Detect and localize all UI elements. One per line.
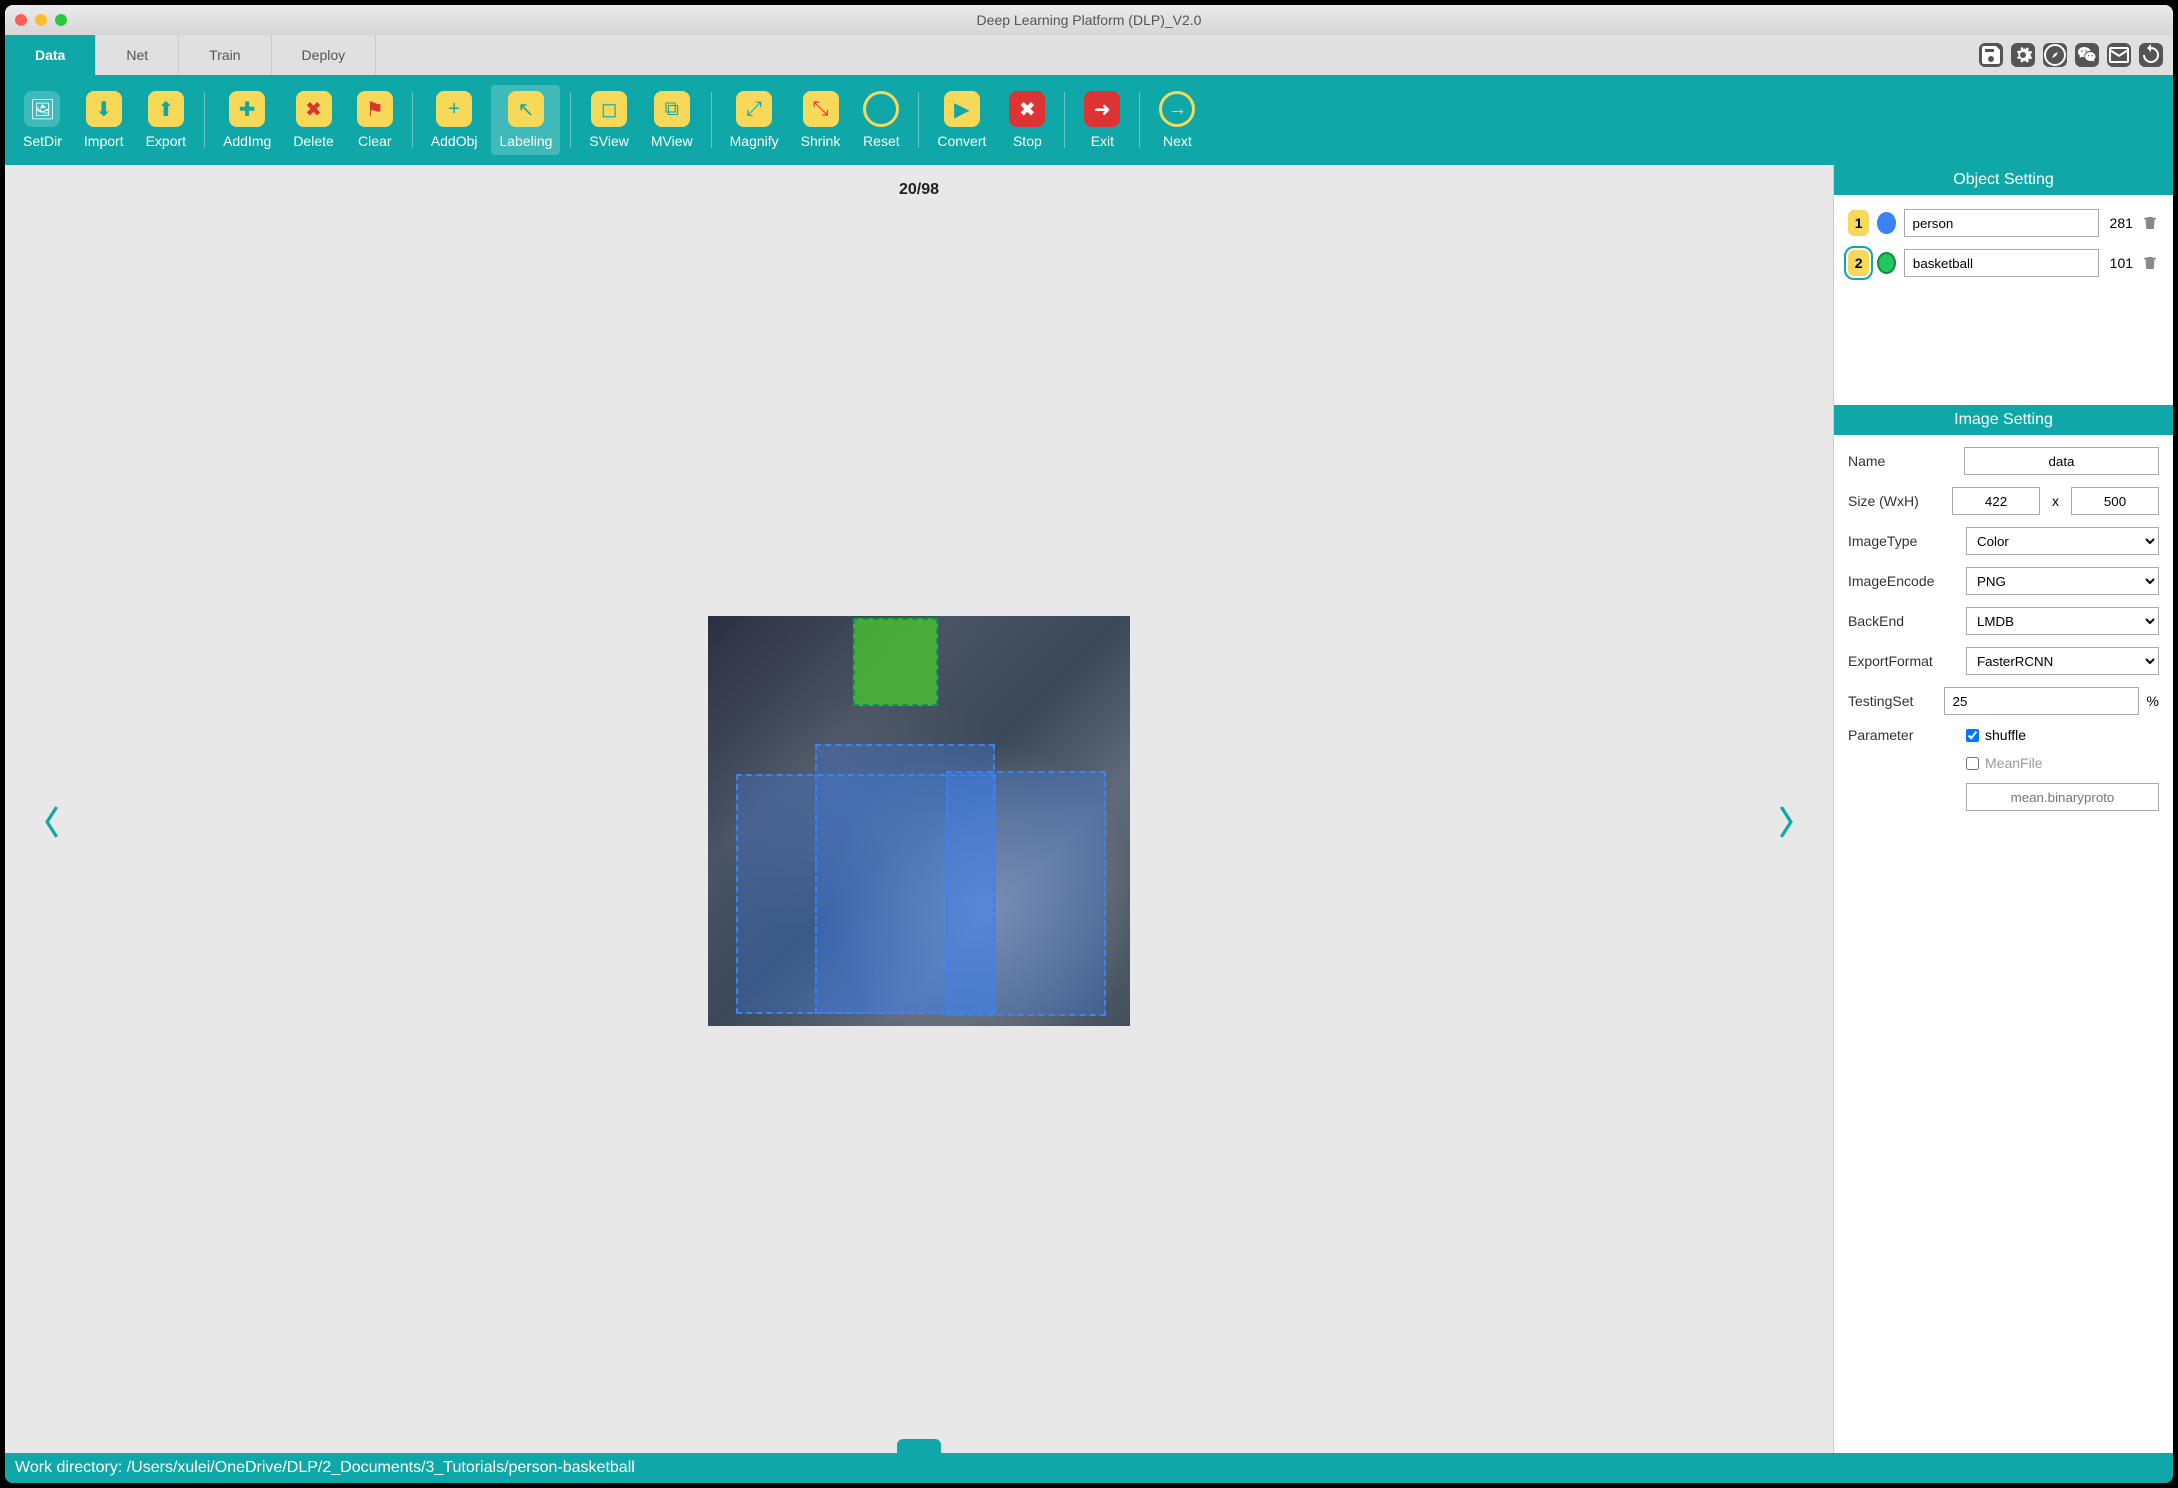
status-bar: Work directory: /Users/xulei/OneDrive/DL… (5, 1453, 2173, 1483)
backend-select[interactable]: LMDB (1966, 607, 2159, 635)
export-icon: ⬆ (148, 91, 184, 127)
convert-button[interactable]: ▶Convert (929, 85, 994, 155)
tab-deploy[interactable]: Deploy (272, 35, 377, 75)
trash-icon[interactable] (2141, 212, 2159, 234)
save-icon[interactable] (1979, 43, 2003, 67)
next-button[interactable]: →Next (1150, 85, 1204, 155)
wechat-icon[interactable] (2075, 43, 2099, 67)
imagetype-select[interactable]: Color (1966, 527, 2159, 555)
exportformat-select[interactable]: FasterRCNN (1966, 647, 2159, 675)
prev-image-button[interactable]: 〈 (17, 788, 69, 854)
compass-icon[interactable] (2043, 43, 2067, 67)
next-image-button[interactable]: 〉 (1769, 788, 1821, 854)
imageencode-select[interactable]: PNG (1966, 567, 2159, 595)
toolbar: 🖼SetDir ⬇Import ⬆Export ✚AddImg ✖Delete … (5, 75, 2173, 165)
addobj-button[interactable]: +AddObj (423, 85, 486, 155)
height-input[interactable] (2071, 487, 2159, 515)
main-tabs: Data Net Train Deploy (5, 35, 2173, 75)
image-canvas[interactable] (708, 616, 1130, 1026)
shuffle-checkbox[interactable] (1966, 729, 1979, 742)
export-button[interactable]: ⬆Export (138, 85, 194, 155)
exit-icon: ➜ (1084, 91, 1120, 127)
imagetype-label: ImageType (1848, 533, 1958, 549)
folder-photo-icon: 🖼 (24, 91, 60, 127)
name-input[interactable] (1964, 447, 2159, 475)
clear-icon: ⚑ (357, 91, 393, 127)
testingset-input[interactable] (1944, 687, 2139, 715)
percent-label: % (2147, 693, 2159, 709)
shuffle-label: shuffle (1985, 727, 2026, 743)
addimg-button[interactable]: ✚AddImg (215, 85, 279, 155)
setdir-button[interactable]: 🖼SetDir (15, 85, 70, 155)
image-counter: 20/98 (5, 165, 1833, 209)
meanfile-label: MeanFile (1985, 755, 2043, 771)
next-arrow-icon: → (1159, 91, 1195, 127)
tab-train[interactable]: Train (179, 35, 271, 75)
window-title: Deep Learning Platform (DLP)_V2.0 (5, 12, 2173, 28)
refresh-icon[interactable] (2139, 43, 2163, 67)
reset-button[interactable]: Reset (854, 85, 908, 155)
exit-button[interactable]: ➜Exit (1075, 85, 1129, 155)
stop-button[interactable]: ✖Stop (1000, 85, 1054, 155)
magnify-button[interactable]: ⤢Magnify (722, 85, 787, 155)
object-index-1[interactable]: 1 (1848, 210, 1869, 236)
labeling-icon: ↖ (508, 91, 544, 127)
bottom-handle[interactable] (897, 1439, 941, 1453)
object-setting-header: Object Setting (1834, 165, 2173, 195)
multi-view-icon: ⧉ (654, 91, 690, 127)
titlebar: Deep Learning Platform (DLP)_V2.0 (5, 5, 2173, 35)
delete-button[interactable]: ✖Delete (285, 85, 341, 155)
meanfile-input[interactable] (1966, 783, 2159, 811)
image-setting-panel: Name Size (WxH) x ImageType Color ImageE… (1834, 435, 2173, 1453)
object-color-green[interactable] (1877, 252, 1896, 274)
object-name-input-1[interactable] (1904, 209, 2099, 237)
bbox-basketball[interactable] (853, 618, 938, 706)
object-color-blue[interactable] (1877, 212, 1895, 234)
delete-image-icon: ✖ (296, 91, 332, 127)
trash-icon[interactable] (2141, 252, 2159, 274)
name-label: Name (1848, 453, 1956, 469)
mail-icon[interactable] (2107, 43, 2131, 67)
testingset-label: TestingSet (1848, 693, 1936, 709)
add-object-icon: + (436, 91, 472, 127)
import-icon: ⬇ (86, 91, 122, 127)
clear-button[interactable]: ⚑Clear (348, 85, 402, 155)
canvas-area: 20/98 〈 〉 (5, 165, 1833, 1453)
tab-net[interactable]: Net (96, 35, 179, 75)
stop-icon: ✖ (1009, 91, 1045, 127)
gear-icon[interactable] (2011, 43, 2035, 67)
backend-label: BackEnd (1848, 613, 1958, 629)
tab-data[interactable]: Data (5, 35, 96, 75)
exportformat-label: ExportFormat (1848, 653, 1958, 669)
width-input[interactable] (1952, 487, 2040, 515)
play-icon: ▶ (944, 91, 980, 127)
object-row-2: 2 101 (1848, 249, 2159, 277)
size-label: Size (WxH) (1848, 493, 1944, 509)
meanfile-checkbox[interactable] (1966, 757, 1979, 770)
single-view-icon: ◻ (591, 91, 627, 127)
object-list: 1 281 2 101 (1834, 195, 2173, 405)
object-count-2: 101 (2107, 255, 2133, 271)
object-name-input-2[interactable] (1904, 249, 2099, 277)
magnify-icon: ⤢ (736, 91, 772, 127)
x-separator: x (2048, 493, 2063, 509)
imageencode-label: ImageEncode (1848, 573, 1958, 589)
shrink-button[interactable]: ⤡Shrink (793, 85, 849, 155)
import-button[interactable]: ⬇Import (76, 85, 132, 155)
object-count-1: 281 (2107, 215, 2133, 231)
reset-icon (863, 91, 899, 127)
object-row-1: 1 281 (1848, 209, 2159, 237)
image-setting-header: Image Setting (1834, 405, 2173, 435)
bbox-person-3[interactable] (946, 771, 1106, 1016)
shrink-icon: ⤡ (803, 91, 839, 127)
parameter-label: Parameter (1848, 727, 1958, 743)
sview-button[interactable]: ◻SView (581, 85, 636, 155)
labeling-button[interactable]: ↖Labeling (491, 85, 560, 155)
mview-button[interactable]: ⧉MView (643, 85, 701, 155)
add-image-icon: ✚ (229, 91, 265, 127)
object-index-2[interactable]: 2 (1848, 250, 1869, 276)
